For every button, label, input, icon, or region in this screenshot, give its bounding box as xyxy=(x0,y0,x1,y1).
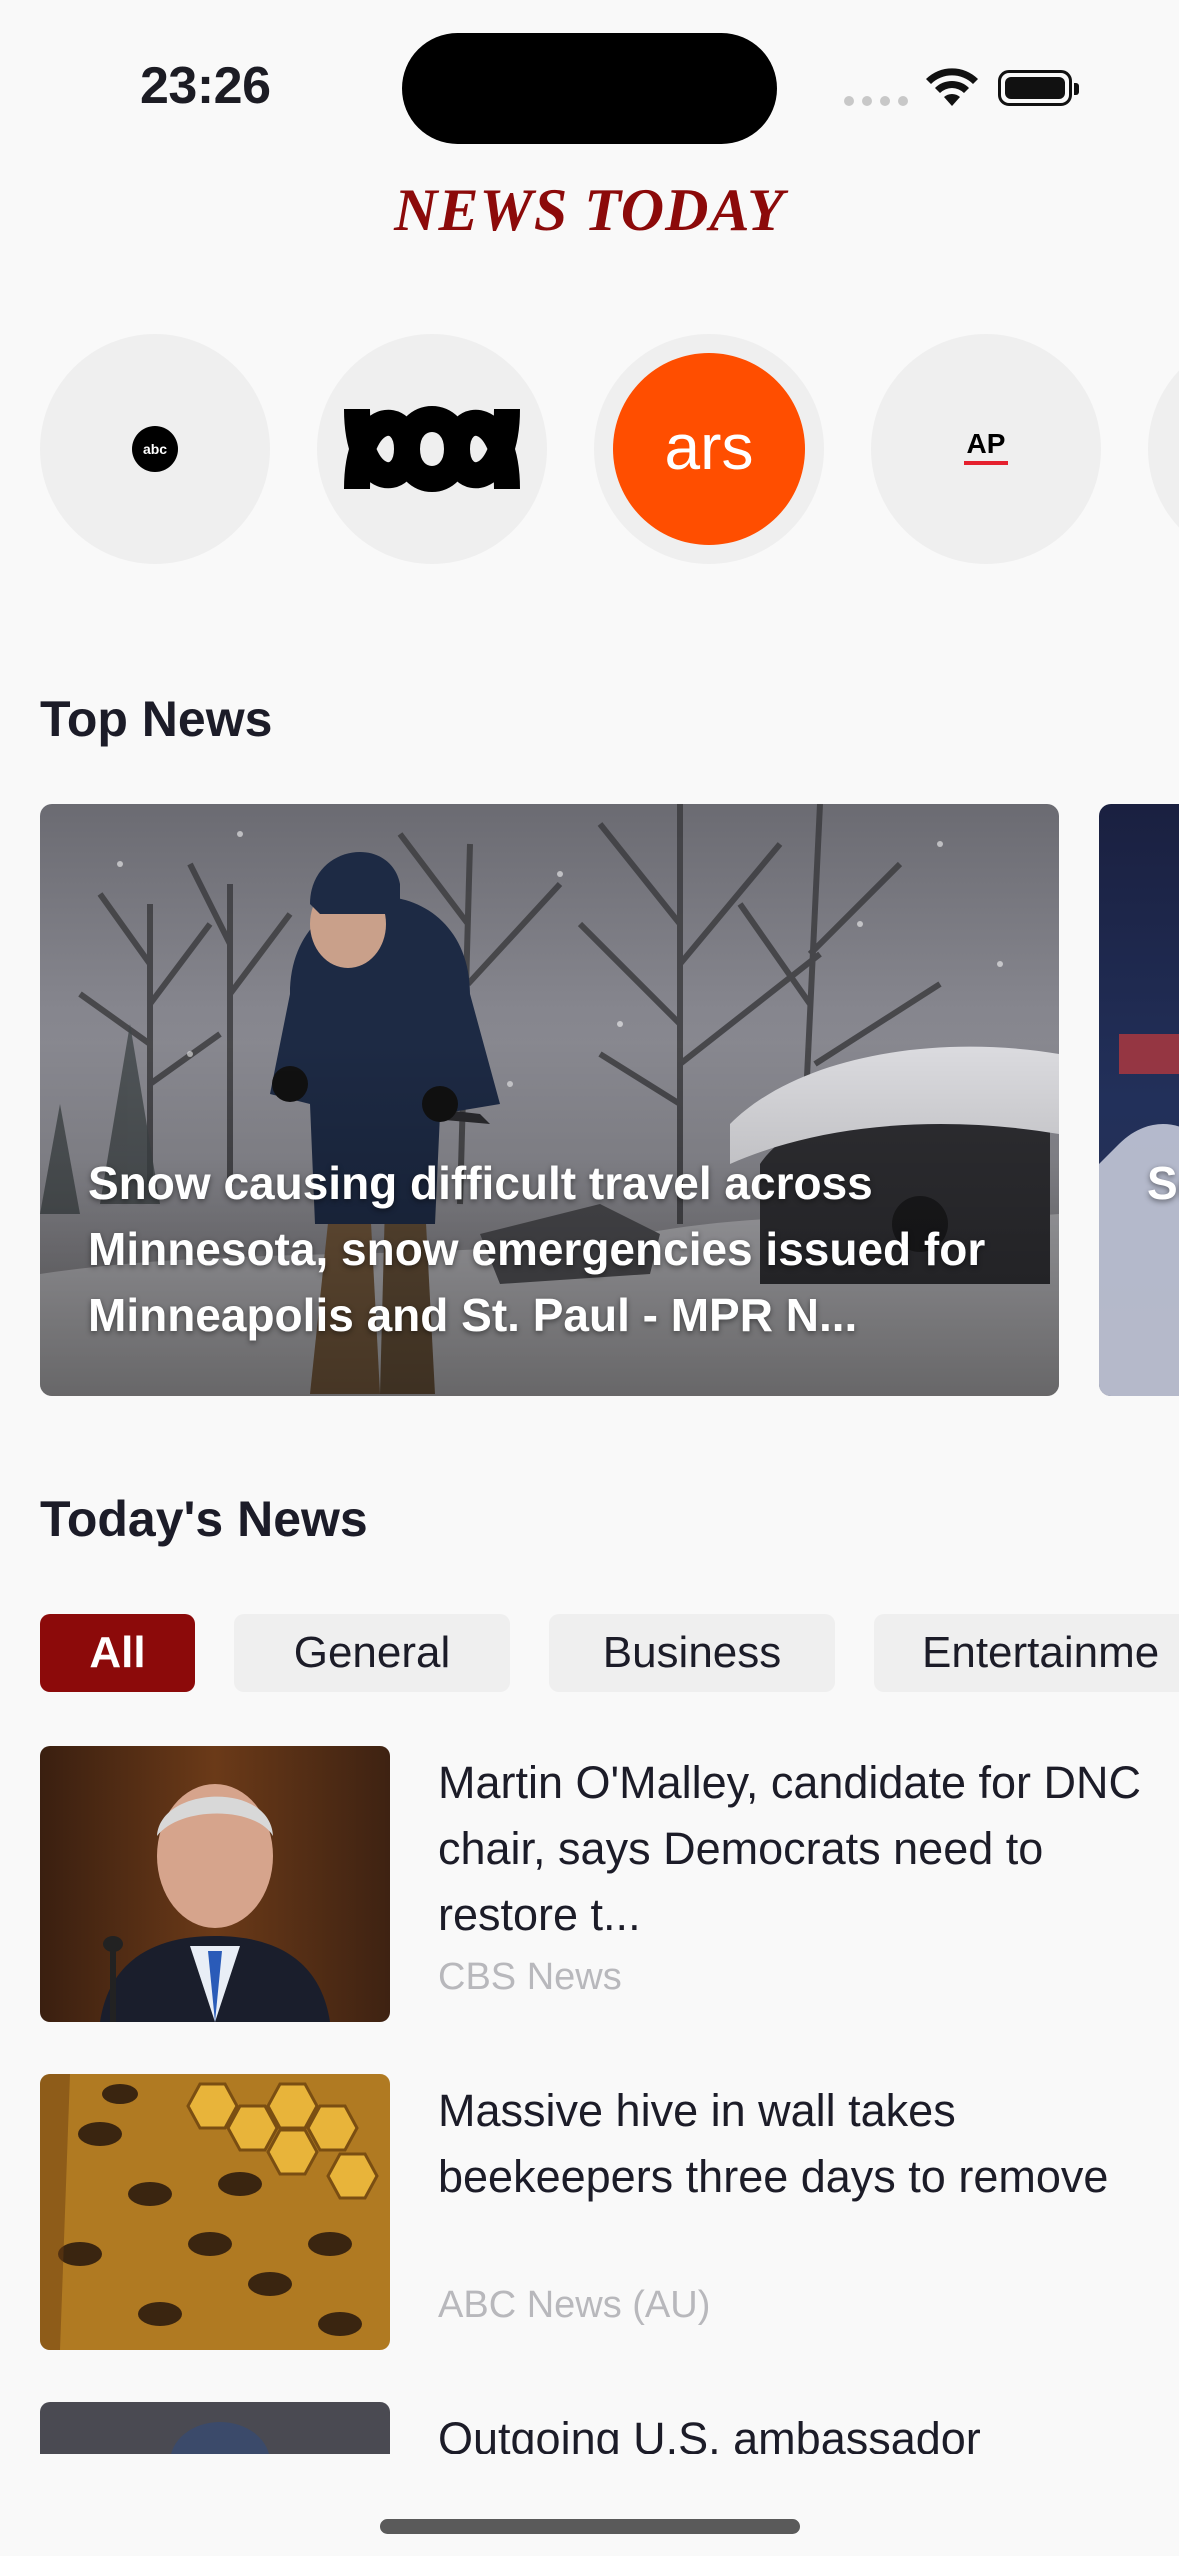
top-news-heading: Top News xyxy=(40,691,273,747)
source-ap[interactable]: AP xyxy=(871,334,1101,564)
article-title: Martin O'Malley, candidate for DNC chair… xyxy=(438,1757,1141,1940)
filter-chip-general[interactable]: General xyxy=(234,1614,510,1692)
app-title: NEWS TODAY xyxy=(394,177,785,243)
article-title: Outgoing U.S. ambassador xyxy=(438,2413,981,2454)
abc-logo-icon: abc xyxy=(132,426,178,472)
source-partial[interactable] xyxy=(1148,334,1179,564)
article-thumbnail xyxy=(40,2402,390,2454)
article-thumbnail xyxy=(40,2074,390,2350)
article-title: Massive hive in wall takes beekeepers th… xyxy=(438,2085,1109,2202)
top-news-carousel[interactable]: Snow causing difficult travel across Min… xyxy=(0,804,1179,1396)
article-source: CBS News xyxy=(438,1956,622,1998)
news-list-item[interactable]: Outgoing U.S. ambassador xyxy=(40,2402,1160,2454)
status-bar: 23:26 xyxy=(0,0,1179,170)
battery-icon xyxy=(998,70,1079,106)
ap-logo-icon: AP xyxy=(964,428,1008,465)
top-news-card[interactable]: Snow causing difficult travel across Min… xyxy=(40,804,1059,1396)
filter-chip-business[interactable]: Business xyxy=(549,1614,835,1692)
source-ars-technica[interactable]: ars xyxy=(594,334,824,564)
svg-text:ars: ars xyxy=(665,411,754,483)
source-abc[interactable]: abc xyxy=(40,334,270,564)
status-time: 23:26 xyxy=(140,57,271,115)
wifi-icon xyxy=(926,68,978,106)
abc-au-logo-icon xyxy=(344,406,520,492)
status-icons xyxy=(844,62,1084,112)
ars-technica-logo-icon: ars xyxy=(613,353,805,545)
top-news-card-title: Se sp fo xyxy=(1147,1157,1179,1209)
top-news-card[interactable]: Se sp fo xyxy=(1099,804,1179,1396)
dynamic-island xyxy=(402,33,777,144)
news-list-item[interactable]: Massive hive in wall takes beekeepers th… xyxy=(40,2074,1160,2354)
article-source: ABC News (AU) xyxy=(438,2284,711,2326)
svg-text:abc: abc xyxy=(143,441,167,457)
source-abc-au[interactable] xyxy=(317,334,547,564)
news-list[interactable]: Martin O'Malley, candidate for DNC chair… xyxy=(0,1746,1179,2454)
news-list-item[interactable]: Martin O'Malley, candidate for DNC chair… xyxy=(40,1746,1160,2026)
svg-text:AP: AP xyxy=(967,428,1006,459)
filter-chip-entertainment[interactable]: Entertainme xyxy=(874,1614,1179,1692)
hero-image xyxy=(1099,1034,1179,1396)
category-filters[interactable]: All General Business Entertainme xyxy=(0,1614,1179,1694)
home-indicator[interactable] xyxy=(380,2519,800,2534)
cellular-signal-icon xyxy=(844,96,908,106)
article-thumbnail xyxy=(40,1746,390,2022)
filter-chip-all[interactable]: All xyxy=(40,1614,195,1692)
todays-news-heading: Today's News xyxy=(40,1491,368,1547)
sources-row[interactable]: abc ars AP xyxy=(0,334,1179,564)
top-news-card-title: Snow causing difficult travel across Min… xyxy=(88,1157,986,1341)
